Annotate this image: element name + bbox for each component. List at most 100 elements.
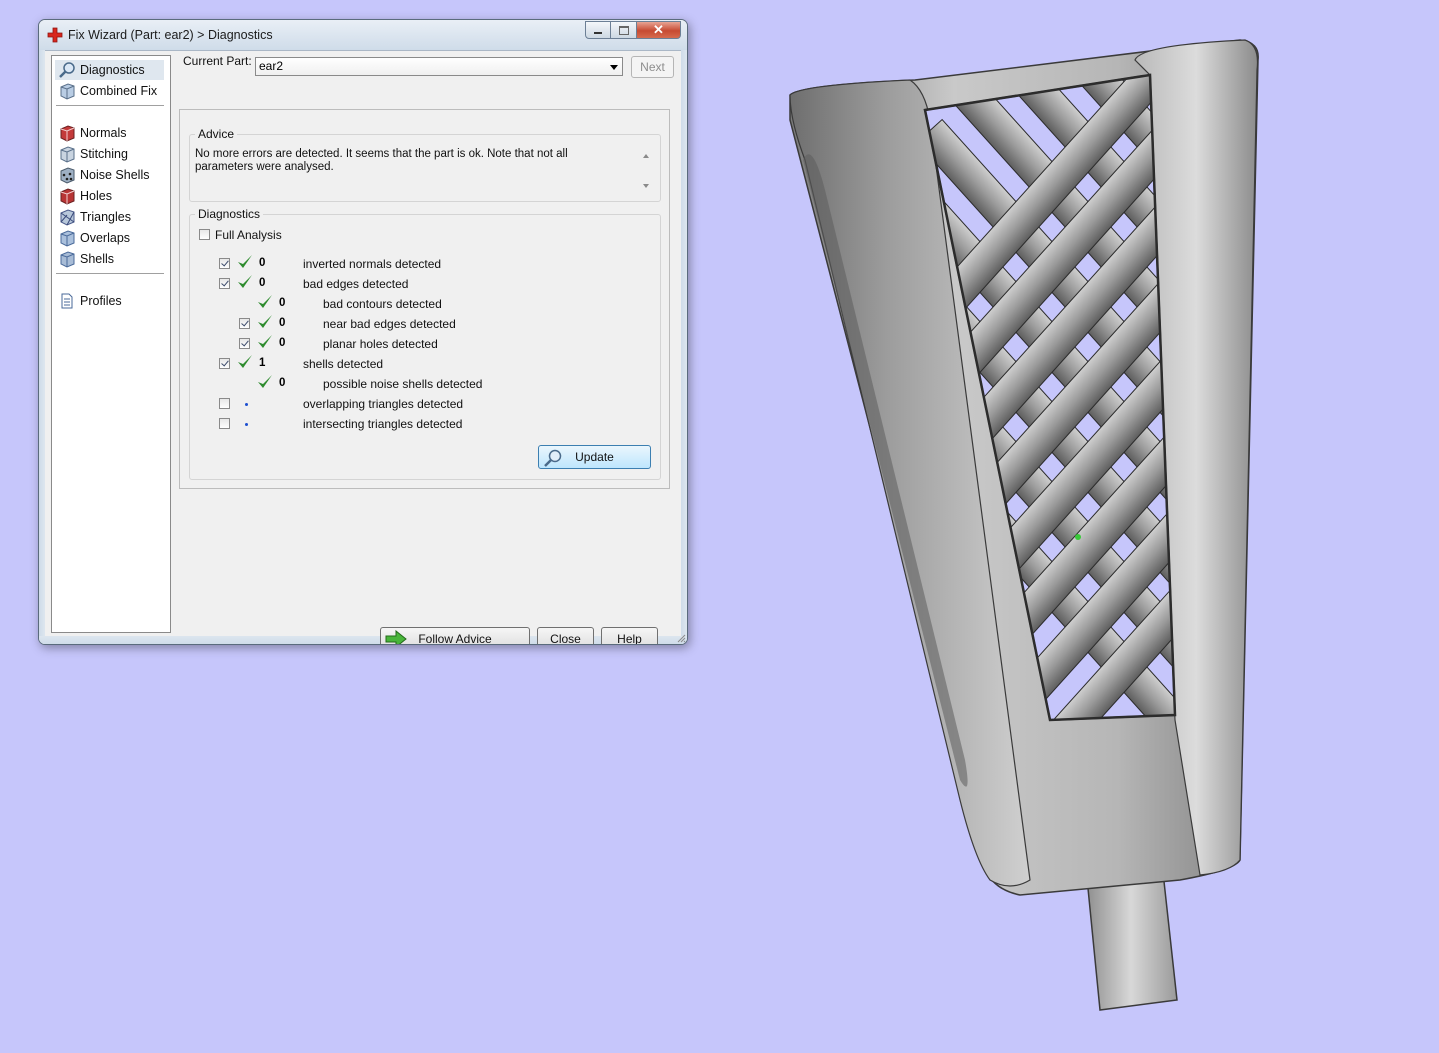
intersecting-triangles-checkbox[interactable]: [219, 418, 230, 429]
minimize-button[interactable]: [585, 21, 611, 39]
document-icon: [61, 293, 73, 309]
pending-dot-icon: [245, 423, 248, 426]
sidebar-item-label: Shells: [80, 252, 115, 266]
near-bad-edges-label: near bad edges detected: [323, 317, 456, 331]
bad-edges-count: 0: [259, 277, 266, 289]
maximize-icon: [618, 25, 629, 35]
bad-contours-label: bad contours detected: [323, 297, 442, 311]
bad-edges-label: bad edges detected: [303, 277, 409, 291]
full-analysis-checkbox[interactable]: [199, 229, 210, 240]
diagnostics-group: Diagnostics Full Analysis 0 inverted nor…: [189, 207, 661, 480]
wizard-sidebar: Diagnostics Combined Fix Normals Stitchi…: [51, 55, 171, 633]
update-button[interactable]: Update: [538, 445, 651, 469]
dots-cube-icon: [60, 167, 75, 184]
cube-icon: [60, 230, 75, 247]
sidebar-separator: [56, 273, 164, 274]
close-icon: ✕: [653, 22, 664, 37]
chevron-down-icon: [610, 65, 618, 70]
shells-label: shells detected: [303, 357, 384, 371]
advice-scrollbar[interactable]: [639, 148, 654, 194]
sidebar-separator: [56, 105, 164, 106]
help-button-label: Help: [617, 632, 642, 645]
sidebar-item-label: Stitching: [80, 147, 128, 161]
green-check-icon: [238, 255, 252, 268]
green-check-icon: [258, 315, 272, 328]
noise-shells-count: 0: [279, 377, 286, 389]
bad-contours-count: 0: [279, 297, 286, 309]
green-check-icon: [238, 355, 252, 368]
overlapping-triangles-label: overlapping triangles detected: [303, 397, 464, 411]
triangle-cube-icon: [60, 209, 75, 226]
update-button-label: Update: [575, 450, 614, 464]
magnifier-icon: [544, 449, 562, 467]
title-bar[interactable]: Fix Wizard (Part: ear2) > Diagnostics ✕: [39, 20, 687, 51]
bad-edges-checkbox[interactable]: [219, 278, 230, 289]
near-bad-edges-checkbox[interactable]: [239, 318, 250, 329]
sidebar-item-label: Holes: [80, 189, 112, 203]
help-button[interactable]: Help: [601, 627, 658, 645]
red-cube-icon: [60, 188, 75, 205]
green-check-icon: [258, 335, 272, 348]
magnifier-icon: [59, 62, 75, 78]
sidebar-item-combined-fix[interactable]: Combined Fix: [55, 81, 157, 101]
sidebar-item-holes[interactable]: Holes: [55, 186, 112, 206]
sidebar-item-diagnostics[interactable]: Diagnostics: [55, 60, 164, 80]
sidebar-item-noise-shells[interactable]: Noise Shells: [55, 165, 149, 185]
red-cross-icon: [47, 27, 63, 43]
window-title: Fix Wizard (Part: ear2) > Diagnostics: [68, 28, 273, 42]
noise-shells-label: possible noise shells detected: [323, 377, 483, 391]
inverted-normals-count: 0: [259, 257, 266, 269]
full-analysis-label: Full Analysis: [215, 228, 282, 242]
pending-dot-icon: [245, 403, 248, 406]
sidebar-item-stitching[interactable]: Stitching: [55, 144, 128, 164]
green-arrow-icon: [385, 630, 407, 644]
frame-left: [39, 50, 45, 644]
maximize-button[interactable]: [611, 21, 637, 39]
inverted-normals-checkbox[interactable]: [219, 258, 230, 269]
scroll-up-icon: [643, 154, 649, 158]
sidebar-item-shells[interactable]: Shells: [55, 249, 114, 269]
planar-holes-label: planar holes detected: [323, 337, 438, 351]
diagnostics-panel: Advice No more errors are detected. It s…: [179, 109, 670, 489]
overlapping-triangles-checkbox[interactable]: [219, 398, 230, 409]
fix-wizard-window: Fix Wizard (Part: ear2) > Diagnostics ✕: [38, 19, 688, 645]
green-check-icon: [238, 275, 252, 288]
sidebar-item-label: Noise Shells: [80, 168, 150, 182]
planar-holes-checkbox[interactable]: [239, 338, 250, 349]
current-part-select[interactable]: ear2: [255, 57, 623, 76]
follow-advice-button[interactable]: Follow Advice: [380, 627, 530, 644]
sidebar-item-label: Combined Fix: [80, 84, 158, 98]
current-part-label: Current Part:: [183, 54, 252, 68]
red-cube-icon: [60, 125, 75, 142]
resize-grip-icon[interactable]: [676, 633, 686, 643]
sidebar-item-label: Overlaps: [80, 231, 131, 245]
shells-count: 1: [259, 357, 266, 369]
current-part-value: ear2: [259, 59, 284, 73]
green-check-icon: [258, 375, 272, 388]
advice-text: No more errors are detected. It seems th…: [195, 148, 568, 173]
minimize-icon: [594, 32, 602, 34]
sidebar-item-normals[interactable]: Normals: [55, 123, 127, 143]
shells-checkbox[interactable]: [219, 358, 230, 369]
sidebar-item-label: Normals: [80, 126, 127, 140]
advice-title: Advice: [195, 127, 238, 141]
sidebar-item-label: Diagnostics: [80, 63, 145, 77]
cube-icon: [60, 251, 75, 268]
close-window-button[interactable]: ✕: [637, 21, 681, 39]
sidebar-item-label: Triangles: [80, 210, 131, 224]
intersecting-triangles-label: intersecting triangles detected: [303, 417, 463, 431]
dialog-client: Diagnostics Combined Fix Normals Stitchi…: [47, 51, 679, 644]
sidebar-item-overlaps[interactable]: Overlaps: [55, 228, 130, 248]
next-button[interactable]: Next: [631, 56, 674, 78]
sidebar-item-triangles[interactable]: Triangles: [55, 207, 131, 227]
sidebar-item-profiles[interactable]: Profiles: [55, 291, 122, 311]
next-button-label: Next: [640, 60, 665, 74]
close-button[interactable]: Close: [537, 627, 594, 645]
selection-marker: [1075, 534, 1081, 540]
advice-group: Advice No more errors are detected. It s…: [189, 127, 661, 202]
frame-right: [681, 50, 687, 644]
close-button-label: Close: [550, 632, 581, 645]
diagnostics-title: Diagnostics: [195, 207, 264, 221]
planar-holes-count: 0: [279, 337, 286, 349]
cube-icon: [60, 83, 75, 100]
